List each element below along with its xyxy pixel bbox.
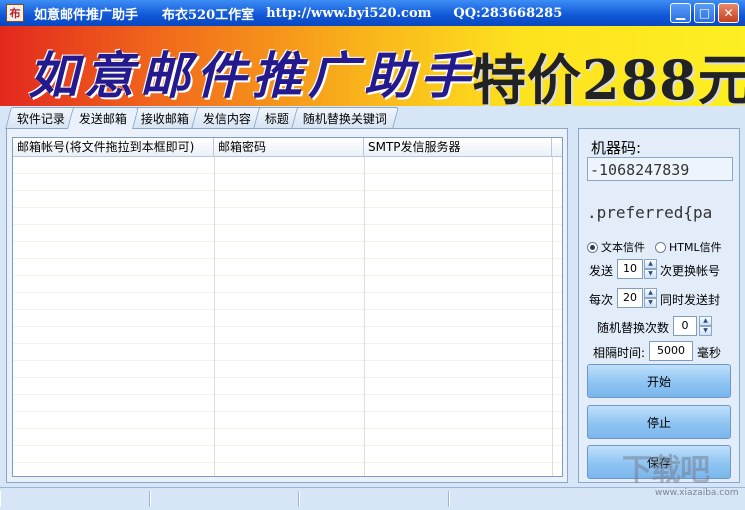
- spin-down-icon[interactable]: ▼: [644, 269, 657, 279]
- send-count-input[interactable]: 10: [617, 259, 643, 279]
- status-segment: [149, 491, 300, 507]
- radio-html-mail-label: HTML信件: [669, 241, 722, 254]
- status-segment: [0, 491, 150, 507]
- minimize-button[interactable]: ▁: [670, 3, 691, 23]
- spin-down-icon[interactable]: ▼: [699, 326, 712, 336]
- column-header-account[interactable]: 邮箱帐号(将文件拖拉到本框即可): [13, 138, 214, 156]
- tab-strip: 软件记录 发送邮箱 接收邮箱 发信内容 标题 随机替换关键词: [5, 107, 400, 129]
- random-count-spinner[interactable]: ▲ ▼: [699, 316, 712, 336]
- spin-up-icon[interactable]: ▲: [644, 288, 657, 298]
- website-url: http://www.byi520.com: [266, 5, 432, 21]
- column-divider: [552, 157, 553, 476]
- start-button[interactable]: 开始: [587, 364, 731, 398]
- tab-send-mailbox[interactable]: 发送邮箱: [67, 107, 139, 129]
- status-segment: [299, 491, 449, 507]
- spin-up-icon[interactable]: ▲: [699, 316, 712, 326]
- send-count-spinner[interactable]: ▲ ▼: [644, 259, 657, 279]
- each-count-spinner[interactable]: ▲ ▼: [644, 288, 657, 308]
- stop-button[interactable]: 停止: [587, 405, 731, 439]
- column-divider: [214, 157, 215, 476]
- machine-code-field[interactable]: -1068247839: [587, 157, 733, 181]
- tab-label: 随机替换关键词: [302, 112, 387, 126]
- close-button[interactable]: ✕: [718, 3, 739, 23]
- radio-text-mail[interactable]: [587, 241, 598, 253]
- send-prefix-label: 发送: [589, 264, 614, 278]
- send-suffix-label: 次更换帐号: [660, 264, 721, 278]
- tab-random-keywords[interactable]: 随机替换关键词: [291, 107, 400, 129]
- mail-format-options: 文本信件 HTML信件: [587, 239, 722, 255]
- banner-price: 特价288元: [472, 48, 745, 106]
- spin-up-icon[interactable]: ▲: [644, 259, 657, 269]
- column-header-smtp[interactable]: SMTP发信服务器: [364, 138, 552, 156]
- tab-mail-content[interactable]: 发信内容: [191, 107, 264, 129]
- send-mailbox-panel: 邮箱帐号(将文件拖拉到本框即可) 邮箱密码 SMTP发信服务器: [6, 128, 568, 483]
- studio-name: 布衣520工作室: [162, 7, 255, 23]
- qq-number: QQ:283668285: [453, 5, 563, 21]
- tab-label: 标题: [264, 112, 289, 126]
- column-header-password[interactable]: 邮箱密码: [214, 138, 364, 156]
- column-divider: [364, 157, 365, 476]
- grid-header: 邮箱帐号(将文件拖拉到本框即可) 邮箱密码 SMTP发信服务器: [13, 138, 562, 157]
- radio-text-mail-label: 文本信件: [601, 241, 645, 254]
- window-title: 如意邮件推广助手: [34, 7, 139, 23]
- random-count-input[interactable]: 0: [673, 316, 697, 336]
- each-suffix-label: 同时发送封: [660, 293, 721, 307]
- control-panel: 机器码: -1068247839 .preferred{pa 文本信件 HTML…: [578, 128, 740, 483]
- interval-unit-label: 毫秒: [697, 346, 722, 360]
- tab-software-records[interactable]: 软件记录: [5, 107, 77, 129]
- watermark-url: www.xiazaiba.com: [655, 488, 739, 498]
- tab-receive-mailbox[interactable]: 接收邮箱: [129, 107, 201, 129]
- machine-code-label: 机器码:: [591, 139, 642, 157]
- app-icon: 布: [6, 4, 24, 22]
- tab-label: 发送邮箱: [78, 112, 127, 126]
- each-count-input[interactable]: 20: [617, 288, 643, 308]
- watermark-logo: 下载吧: [622, 453, 710, 488]
- tab-label: 软件记录: [16, 112, 65, 126]
- banner-title: 如意邮件推广助手: [28, 46, 476, 105]
- mailbox-grid[interactable]: 邮箱帐号(将文件拖拉到本框即可) 邮箱密码 SMTP发信服务器: [12, 137, 563, 477]
- tab-label: 发信内容: [202, 112, 251, 126]
- grid-rows[interactable]: [13, 157, 562, 476]
- tab-label: 接收邮箱: [140, 112, 189, 126]
- status-bar: [0, 487, 745, 510]
- interval-input[interactable]: 5000: [649, 341, 693, 361]
- promo-banner: 如意邮件推广助手 特价288元: [0, 26, 745, 106]
- radio-html-mail[interactable]: [655, 241, 666, 253]
- spin-down-icon[interactable]: ▼: [644, 298, 657, 308]
- maximize-button[interactable]: □: [694, 3, 715, 23]
- preferred-text: .preferred{pa: [587, 203, 713, 222]
- random-count-label: 随机替换次数: [597, 321, 670, 335]
- title-bar: 布 如意邮件推广助手 布衣520工作室 http://www.byi520.co…: [0, 0, 745, 26]
- each-prefix-label: 每次: [589, 293, 614, 307]
- interval-label: 相隔时间:: [593, 346, 646, 360]
